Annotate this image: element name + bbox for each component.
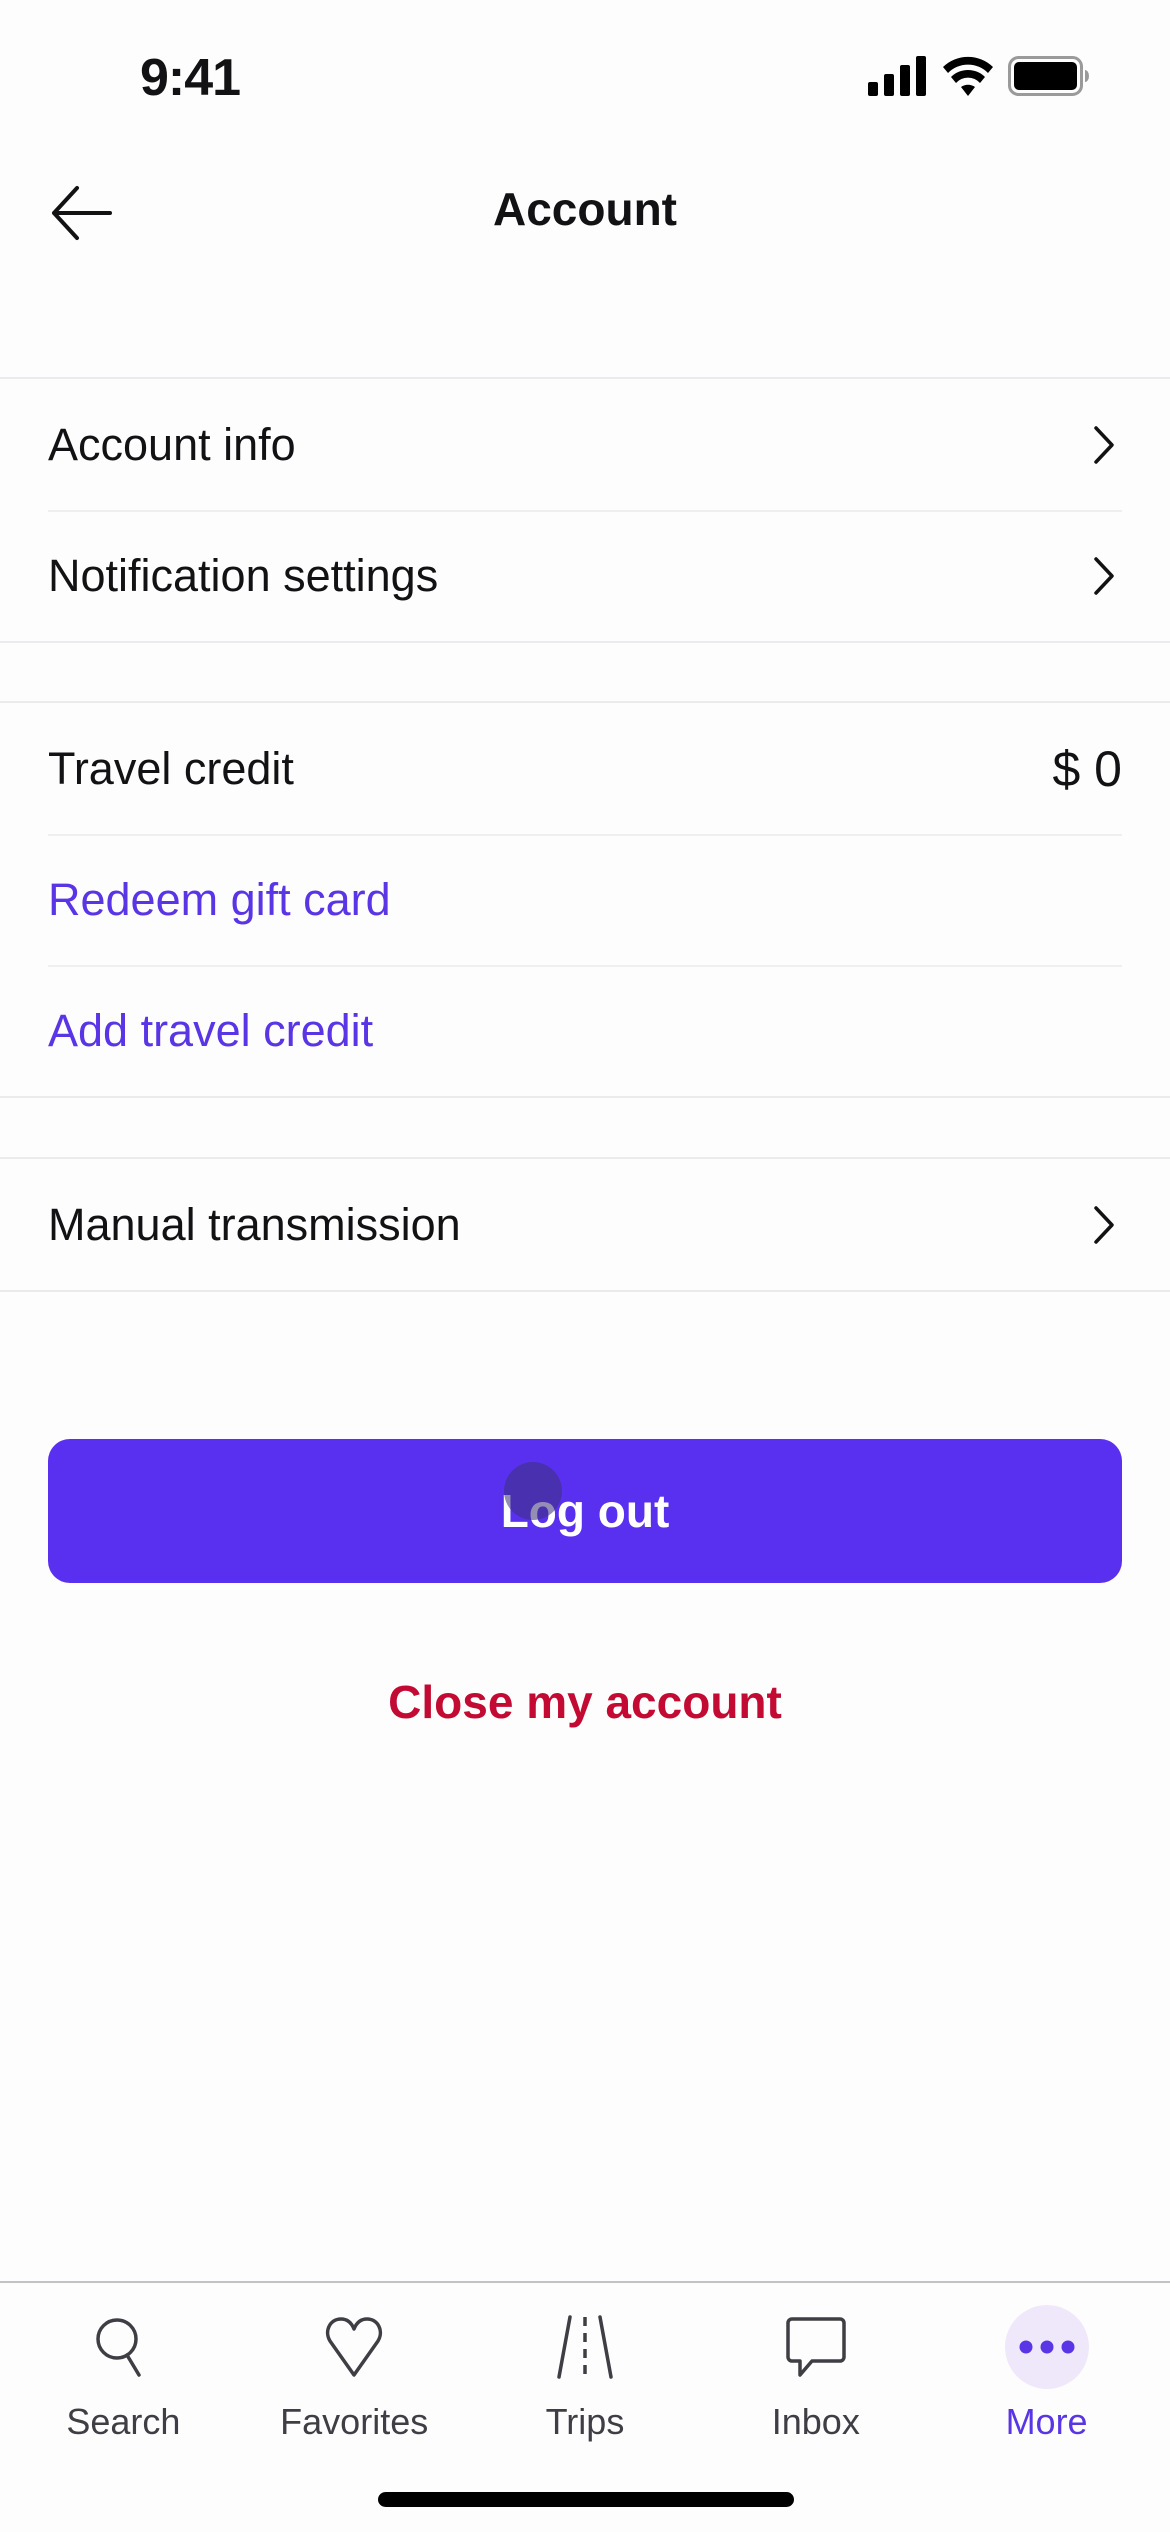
- notification-settings-label: Notification settings: [48, 549, 439, 601]
- cellular-signal-icon: [868, 56, 928, 101]
- tab-label: More: [1005, 2401, 1088, 2442]
- tab-label: Favorites: [280, 2401, 429, 2442]
- nav-header: Account: [0, 160, 1170, 260]
- wifi-icon: [942, 56, 994, 101]
- tab-label: Search: [66, 2401, 181, 2442]
- travel-credit-section: Travel credit $ 0 Redeem gift card Add t…: [0, 701, 1170, 1098]
- travel-credit-row: Travel credit $ 0: [0, 703, 1170, 834]
- manual-transmission-label: Manual transmission: [48, 1198, 461, 1250]
- account-info-label: Account info: [48, 418, 296, 470]
- travel-credit-value: $ 0: [1052, 740, 1122, 797]
- chevron-right-icon: [1092, 1203, 1122, 1247]
- travel-credit-label: Travel credit: [48, 742, 294, 794]
- account-settings-section: Account info Notification settings: [0, 377, 1170, 643]
- status-bar: 9:41: [0, 0, 1170, 150]
- status-icons: [868, 56, 1090, 101]
- redeem-gift-card-row[interactable]: Redeem gift card: [0, 834, 1170, 965]
- search-icon: [81, 2305, 165, 2389]
- road-icon: [543, 2305, 627, 2389]
- home-indicator: [378, 2492, 794, 2507]
- chevron-right-icon: [1092, 554, 1122, 598]
- notification-settings-row[interactable]: Notification settings: [0, 510, 1170, 641]
- tab-more[interactable]: More: [931, 2283, 1162, 2443]
- add-travel-credit-link[interactable]: Add travel credit: [48, 1005, 373, 1057]
- tab-trips[interactable]: Trips: [470, 2283, 701, 2443]
- close-account-button[interactable]: Close my account: [0, 1675, 1170, 1729]
- more-dots-icon: [1004, 2305, 1089, 2389]
- tab-favorites[interactable]: Favorites: [239, 2283, 470, 2443]
- preferences-section: Manual transmission: [0, 1157, 1170, 1292]
- add-travel-credit-row[interactable]: Add travel credit: [0, 965, 1170, 1096]
- chevron-right-icon: [1092, 423, 1122, 467]
- tab-inbox[interactable]: Inbox: [700, 2283, 931, 2443]
- tab-label: Trips: [545, 2401, 625, 2442]
- tab-search[interactable]: Search: [8, 2283, 239, 2443]
- account-info-row[interactable]: Account info: [0, 379, 1170, 510]
- heart-icon: [312, 2305, 396, 2389]
- status-time: 9:41: [140, 49, 241, 107]
- battery-icon: [1008, 56, 1090, 101]
- logout-button[interactable]: Log out: [48, 1439, 1122, 1583]
- redeem-gift-card-link[interactable]: Redeem gift card: [48, 874, 391, 926]
- chat-bubble-icon: [774, 2305, 858, 2389]
- tab-label: Inbox: [771, 2401, 860, 2442]
- page-title: Account: [493, 183, 677, 235]
- manual-transmission-row[interactable]: Manual transmission: [0, 1159, 1170, 1290]
